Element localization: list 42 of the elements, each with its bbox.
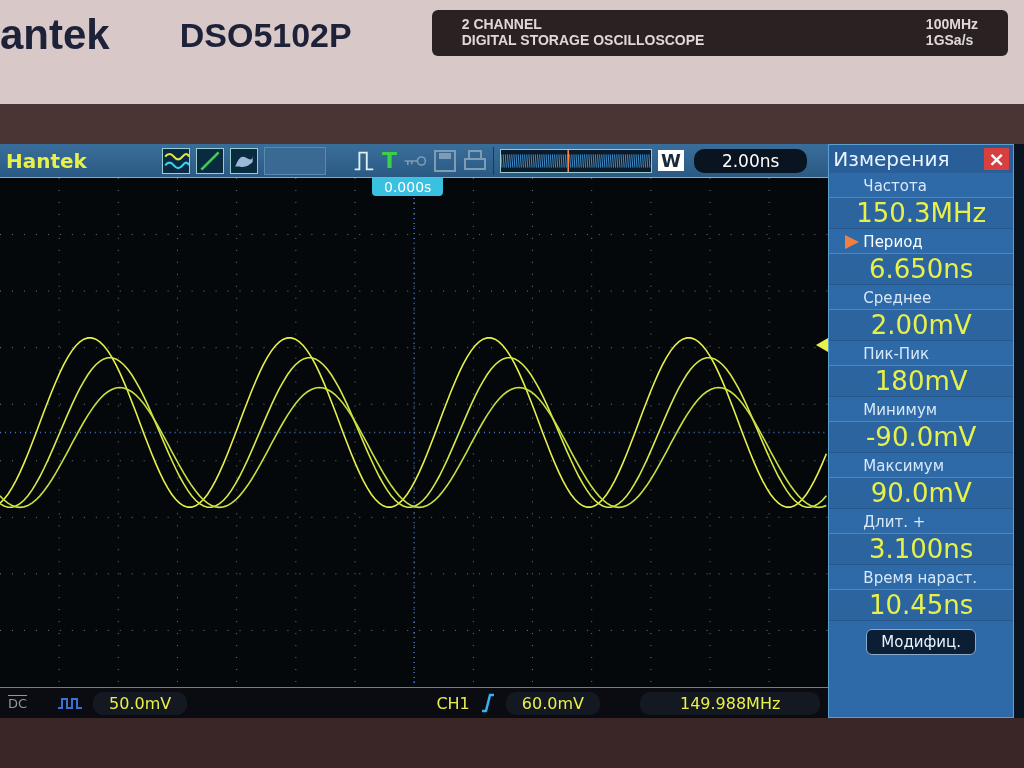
square-wave-icon	[57, 696, 84, 711]
measurement-value: 180mV	[829, 365, 1013, 397]
waveform-icon[interactable]	[162, 147, 190, 174]
measurement-label[interactable]: Время нараст.	[829, 565, 1013, 589]
measurement-value: -90.0mV	[829, 421, 1013, 453]
close-button[interactable]: ×	[984, 148, 1009, 170]
device-type-label: DIGITAL STORAGE OSCILLOSCOPE	[461, 32, 705, 48]
channel-label: 2 CHANNEL	[461, 16, 543, 32]
trigger-level-value: 60.0mV	[505, 691, 600, 715]
measurement-label[interactable]: Максимум	[829, 453, 1013, 477]
rising-edge-icon	[479, 693, 496, 714]
measurement-value: 10.45ns	[829, 589, 1013, 621]
frequency-value: 149.988MHz	[639, 691, 821, 715]
selection-arrow-icon	[845, 235, 860, 249]
coupling-label: DC	[8, 695, 28, 711]
measurement-label[interactable]: Пик-Пик	[829, 341, 1013, 365]
measurement-value: 2.00mV	[829, 309, 1013, 341]
line-icon[interactable]	[196, 147, 224, 174]
window-mode-label[interactable]: W	[658, 150, 684, 172]
bandwidth-label: 100MHz	[925, 16, 978, 32]
trigger-channel-label: CH1	[436, 693, 470, 713]
measurement-label[interactable]: Частота	[829, 173, 1013, 197]
measurement-value: 3.100ns	[829, 533, 1013, 565]
timebase-value[interactable]: 2.00ns	[693, 148, 808, 173]
measurement-label[interactable]: Минимум	[829, 397, 1013, 421]
model-label: DSO5102P	[179, 15, 352, 56]
empty-slot	[264, 146, 326, 175]
measurement-value: 6.650ns	[829, 253, 1013, 285]
persistence-icon[interactable]	[230, 147, 258, 174]
measurement-value: 150.3MHz	[829, 197, 1013, 229]
channel-scale-value: 50.0mV	[93, 691, 188, 715]
measurement-label[interactable]: Длит. +	[829, 509, 1013, 533]
brand-logo: antek	[0, 10, 110, 60]
measurement-value: 90.0mV	[829, 477, 1013, 509]
modify-button[interactable]: Модифиц.	[866, 629, 977, 655]
measurement-label[interactable]: Период	[829, 229, 1013, 253]
panel-title: Измерения	[833, 147, 950, 171]
trigger-status-label: T	[382, 148, 397, 174]
waveform-overview[interactable]	[500, 148, 652, 173]
sample-rate-label: 1GSa/s	[925, 32, 975, 48]
measurement-label[interactable]: Среднее	[829, 285, 1013, 309]
app-logo: Hantek	[6, 148, 88, 173]
